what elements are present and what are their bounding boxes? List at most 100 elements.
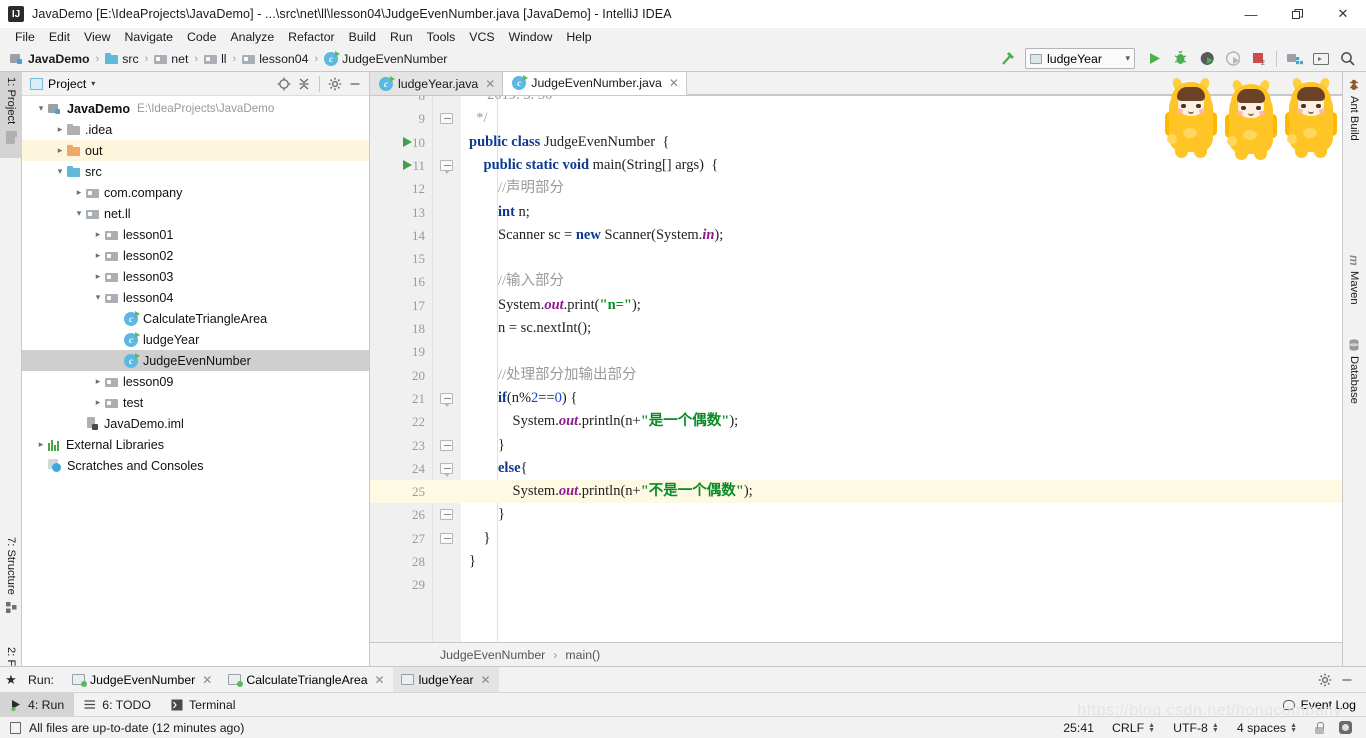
code-text-area[interactable]: * 2019. 5. 30 */ public class JudgeEvenNu… <box>461 96 1366 642</box>
close-icon[interactable]: ✕ <box>485 77 495 91</box>
menu-vcs[interactable]: VCS <box>462 28 501 46</box>
menu-analyze[interactable]: Analyze <box>223 28 281 46</box>
menu-navigate[interactable]: Navigate <box>117 28 180 46</box>
tool-tab-todo[interactable]: 6: TODO <box>74 693 161 717</box>
tree-node-src[interactable]: ▾ src <box>22 161 369 182</box>
code-line[interactable]: if(n%2==0) { <box>461 387 1366 410</box>
event-log-button[interactable]: Event Log <box>1282 698 1366 712</box>
menu-view[interactable]: View <box>77 28 117 46</box>
code-line[interactable] <box>461 340 1366 363</box>
chevron-down-icon[interactable]: ▾ <box>91 79 95 88</box>
code-editor[interactable]: 8 9 10 11 12 13 14 15 16 17 18 19 20 21 22 23 24 25 26 27 28… <box>370 96 1366 642</box>
sidebar-item-maven[interactable]: m Maven <box>1342 250 1366 318</box>
breadcrumb-judgeevennumber[interactable]: c JudgeEvenNumber <box>322 49 449 69</box>
sidebar-item-ant-build[interactable]: Ant Build <box>1342 74 1366 160</box>
breadcrumb-net[interactable]: net <box>152 49 190 69</box>
close-icon[interactable]: ✕ <box>202 673 212 687</box>
menu-refactor[interactable]: Refactor <box>281 28 341 46</box>
code-line[interactable]: n = sc.nextInt(); <box>461 317 1366 340</box>
tree-node-external-libraries[interactable]: ▸ External Libraries <box>22 434 369 455</box>
tree-node-calculatetrianglearea[interactable]: c CalculateTriangleArea <box>22 308 369 329</box>
tab-judgeevennumber-java[interactable]: c JudgeEvenNumber.java ✕ <box>503 71 687 95</box>
close-icon[interactable]: ✕ <box>375 673 385 687</box>
maximize-icon[interactable] <box>1274 0 1320 28</box>
chevron-collapsed-icon[interactable]: ▸ <box>91 229 105 240</box>
code-line[interactable]: //输入部分 <box>461 270 1366 293</box>
code-line[interactable]: } <box>461 434 1366 457</box>
chevron-collapsed-icon[interactable]: ▸ <box>72 187 86 198</box>
code-line[interactable]: //声明部分 <box>461 177 1366 200</box>
run-gutter-icon[interactable] <box>403 136 412 147</box>
chevron-collapsed-icon[interactable]: ▸ <box>91 376 105 387</box>
code-line[interactable]: Scanner sc = new Scanner(System.in); <box>461 224 1366 247</box>
chevron-expanded-icon[interactable]: ▾ <box>91 292 105 303</box>
chevron-collapsed-icon[interactable]: ▸ <box>91 271 105 282</box>
hide-panel-icon[interactable] <box>345 74 365 94</box>
tree-node-lesson02[interactable]: ▸ lesson02 <box>22 245 369 266</box>
star-icon[interactable]: ★ <box>0 672 22 688</box>
run-tab-ludgeyear[interactable]: ludgeYear ✕ <box>392 666 499 693</box>
hide-panel-icon[interactable] <box>1336 669 1358 691</box>
menu-run[interactable]: Run <box>383 28 420 46</box>
chevron-expanded-icon[interactable]: ▾ <box>34 103 48 114</box>
tree-node-ludgeyear[interactable]: c ludgeYear <box>22 329 369 350</box>
close-icon[interactable]: ✕ <box>481 673 491 687</box>
locate-in-tree-icon[interactable] <box>274 74 294 94</box>
code-fold-toggle-icon[interactable] <box>440 159 453 174</box>
tree-node--idea[interactable]: ▸ .idea <box>22 119 369 140</box>
code-line[interactable]: } <box>461 550 1366 573</box>
code-line[interactable]: System.out.println(n+"不是一个偶数"); <box>461 480 1366 504</box>
code-fold-toggle-icon[interactable] <box>440 509 453 521</box>
breadcrumb-javademo[interactable]: JavaDemo <box>8 49 92 69</box>
lock-icon[interactable] <box>1314 721 1325 734</box>
tree-node-test[interactable]: ▸ test <box>22 392 369 413</box>
sidebar-item-project[interactable]: 1: Project <box>0 72 22 158</box>
chevron-collapsed-icon[interactable]: ▸ <box>34 439 48 450</box>
run-configuration-selector[interactable]: ludgeYear ▾ <box>1025 48 1135 69</box>
run-button[interactable] <box>1142 48 1166 70</box>
code-line[interactable]: } <box>461 527 1366 550</box>
chevron-expanded-icon[interactable]: ▾ <box>72 208 86 219</box>
chevron-collapsed-icon[interactable]: ▸ <box>53 145 67 156</box>
caret-position-widget[interactable]: 25:41 <box>1063 721 1094 735</box>
tree-node-javademo-iml[interactable]: JavaDemo.iml <box>22 413 369 434</box>
code-fold-toggle-icon[interactable] <box>440 439 453 451</box>
sidebar-item-structure[interactable]: 7: Structure <box>0 532 22 632</box>
stop-button[interactable]: 2 <box>1246 48 1270 70</box>
menu-file[interactable]: File <box>8 28 42 46</box>
code-fold-toggle-icon[interactable] <box>440 392 453 407</box>
tree-node-lesson01[interactable]: ▸ lesson01 <box>22 224 369 245</box>
breadcrumb-method[interactable]: main() <box>565 648 600 662</box>
tree-node-judgeevennumber[interactable]: c JudgeEvenNumber <box>22 350 369 371</box>
profile-button[interactable] <box>1220 48 1244 70</box>
encoding-widget[interactable]: UTF-8 ▲ ▼ <box>1173 721 1219 735</box>
power-save-icon[interactable] <box>1339 721 1352 734</box>
code-line[interactable]: System.out.println(n+"是一个偶数"); <box>461 410 1366 433</box>
run-with-coverage-button[interactable] <box>1194 48 1218 70</box>
code-line[interactable]: //处理部分加输出部分 <box>461 364 1366 387</box>
line-separator-widget[interactable]: CRLF ▲ ▼ <box>1112 721 1155 735</box>
menu-window[interactable]: Window <box>502 28 560 46</box>
code-line[interactable] <box>461 247 1366 270</box>
code-line[interactable] <box>461 573 1366 596</box>
code-line[interactable]: System.out.print("n="); <box>461 294 1366 317</box>
minimize-icon[interactable]: — <box>1228 0 1274 28</box>
code-folding-gutter[interactable] <box>433 96 461 642</box>
tree-node-com-company[interactable]: ▸ com.company <box>22 182 369 203</box>
tree-node-lesson03[interactable]: ▸ lesson03 <box>22 266 369 287</box>
run-gutter-icon[interactable] <box>403 159 412 170</box>
chevron-collapsed-icon[interactable]: ▸ <box>91 250 105 261</box>
search-icon[interactable] <box>1335 48 1359 70</box>
tool-tab-terminal[interactable]: Terminal <box>161 693 245 717</box>
chevron-collapsed-icon[interactable]: ▸ <box>91 397 105 408</box>
tree-node-lesson04[interactable]: ▾ lesson04 <box>22 287 369 308</box>
breadcrumb-lesson04[interactable]: lesson04 <box>240 49 310 69</box>
close-icon[interactable]: ✕ <box>1320 0 1366 28</box>
tree-node-scratches-and-consoles[interactable]: Scratches and Consoles <box>22 455 369 476</box>
settings-gear-icon[interactable] <box>325 74 345 94</box>
breadcrumb-class[interactable]: JudgeEvenNumber <box>440 648 545 662</box>
menu-edit[interactable]: Edit <box>42 28 77 46</box>
sidebar-item-database[interactable]: Database <box>1342 334 1366 420</box>
code-fold-toggle-icon[interactable] <box>440 532 453 544</box>
tree-node-out[interactable]: ▸ out <box>22 140 369 161</box>
